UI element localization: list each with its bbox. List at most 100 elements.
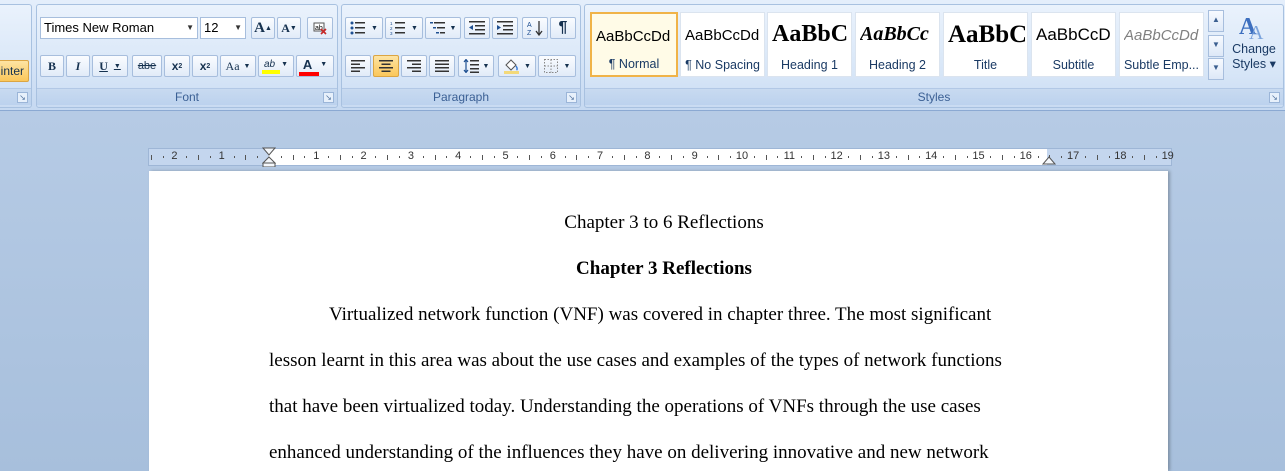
- align-right-icon: [407, 60, 421, 72]
- grow-font-button[interactable]: A ▲: [251, 17, 275, 39]
- styles-scroll-up-button[interactable]: ▲: [1208, 10, 1224, 32]
- document-page[interactable]: Chapter 3 to 6 Reflections Chapter 3 Ref…: [149, 171, 1168, 471]
- ruler-tick-label: 12: [830, 150, 843, 162]
- chevron-down-icon: ▼: [243, 62, 251, 70]
- align-left-button[interactable]: [345, 55, 371, 77]
- font-name-value: Times New Roman: [44, 20, 155, 35]
- justify-button[interactable]: [429, 55, 455, 77]
- align-center-button[interactable]: [373, 55, 399, 77]
- ruler-minor-tick: [576, 154, 578, 160]
- font-size-combo[interactable]: 12 ▼: [200, 17, 246, 39]
- quick-styles-gallery: AaBbCcDd ¶ Normal AaBbCcDd ¶ No Spacing …: [590, 12, 1206, 78]
- ruler-tick-label: 19: [1161, 150, 1174, 162]
- style-heading-2[interactable]: AaBbCc Heading 2: [855, 12, 940, 77]
- style-no-spacing[interactable]: AaBbCcDd ¶ No Spacing: [680, 12, 765, 77]
- horizontal-ruler[interactable]: 2 1 1 2 3 4 5 6 7 8 9 10 11 12 13 14 15 16 17 18 19: [148, 147, 1174, 167]
- font-group-label: Font: [37, 88, 337, 105]
- ruler-minor-tick: [304, 156, 306, 158]
- font-color-button[interactable]: A ▼: [296, 55, 334, 77]
- ruler-minor-tick: [943, 156, 945, 158]
- highlight-button[interactable]: ab ▼: [258, 55, 294, 77]
- sort-button[interactable]: A Z: [522, 17, 548, 39]
- ruler-minor-tick: [470, 156, 472, 158]
- italic-label: I: [75, 58, 81, 73]
- borders-button[interactable]: ▼: [538, 55, 576, 77]
- clipboard-launcher-icon[interactable]: ↘: [17, 92, 28, 103]
- pilcrow-icon: ¶: [558, 19, 568, 36]
- font-name-combo[interactable]: Times New Roman ▼: [40, 17, 198, 39]
- format-painter-label: inter: [0, 64, 24, 78]
- ruler-minor-tick: [671, 154, 673, 160]
- show-marks-button[interactable]: ¶: [550, 17, 576, 39]
- underline-label: U: [99, 58, 108, 73]
- numbering-button[interactable]: 1 2 3 ▼: [385, 17, 423, 39]
- bold-button[interactable]: B: [40, 55, 64, 77]
- line-spacing-button[interactable]: ▼: [458, 55, 494, 77]
- style-subtitle[interactable]: AaBbCcD Subtitle: [1031, 12, 1116, 77]
- right-indent-marker-icon[interactable]: [1042, 156, 1056, 166]
- strikethrough-button[interactable]: abe: [132, 55, 162, 77]
- document-line: Virtualized network function (VNF) was c…: [329, 304, 992, 325]
- ruler-minor-tick: [198, 154, 200, 160]
- shading-button[interactable]: ▼: [498, 55, 536, 77]
- ruler-minor-tick: [280, 156, 282, 158]
- ruler-minor-tick: [588, 156, 590, 158]
- styles-scroll-down-button[interactable]: ▼: [1208, 35, 1224, 57]
- style-heading-1[interactable]: AaBbC Heading 1: [767, 12, 852, 77]
- ruler-minor-tick: [706, 156, 708, 158]
- chevron-down-icon: ▼: [234, 23, 242, 32]
- increase-indent-button[interactable]: [492, 17, 518, 39]
- ruler-minor-tick: [1144, 154, 1146, 160]
- justify-icon: [435, 60, 449, 72]
- shrink-font-button[interactable]: A ▼: [277, 17, 301, 39]
- bold-label: B: [47, 58, 56, 73]
- shrink-font-label: A: [281, 20, 290, 35]
- format-painter-button[interactable]: inter: [0, 60, 29, 82]
- paragraph-group-label: Paragraph: [342, 88, 580, 105]
- styles-more-button[interactable]: ▼: [1208, 58, 1224, 80]
- multilevel-list-button[interactable]: ▼: [425, 17, 461, 39]
- style-subtle-emphasis[interactable]: AaBbCcDd Subtle Emp...: [1119, 12, 1204, 77]
- indent-marker-icon[interactable]: [262, 147, 276, 167]
- change-case-label: Aa: [225, 58, 240, 73]
- ruler-minor-tick: [753, 156, 755, 158]
- ruler-tick-label: 18: [1114, 150, 1127, 162]
- ruler-minor-tick: [209, 156, 211, 158]
- ruler-minor-tick: [1061, 156, 1063, 158]
- font-group: Times New Roman ▼ 12 ▼ A▲ A▼ ab B I U: [36, 4, 338, 108]
- ruler-minor-tick: [564, 156, 566, 158]
- ruler-minor-tick: [812, 154, 814, 160]
- ruler-minor-tick: [611, 156, 613, 158]
- italic-button[interactable]: I: [66, 55, 90, 77]
- ruler-tick-label: 3: [407, 150, 414, 162]
- style-sample: AaBbC: [772, 21, 849, 47]
- superscript-label: x: [199, 59, 207, 73]
- font-launcher-icon[interactable]: ↘: [323, 92, 334, 103]
- ruler-minor-tick: [848, 156, 850, 158]
- paragraph-group: ▼ 1 2 3 ▼ ▼ A Z ¶ ▼ ▼ ▼ Paragraph ↘: [341, 4, 581, 108]
- style-normal[interactable]: AaBbCcDd ¶ Normal: [590, 12, 678, 77]
- bullets-button[interactable]: ▼: [345, 17, 383, 39]
- document-line: lesson learnt in this area was about the…: [269, 350, 1002, 371]
- change-case-button[interactable]: Aa ▼: [220, 55, 256, 77]
- paragraph-launcher-icon[interactable]: ↘: [566, 92, 577, 103]
- underline-button[interactable]: U ▼: [92, 55, 128, 77]
- styles-launcher-icon[interactable]: ↘: [1269, 92, 1280, 103]
- ruler-minor-tick: [328, 156, 330, 158]
- ruler-minor-tick: [1013, 156, 1015, 158]
- chevron-down-icon: ▼: [524, 62, 531, 70]
- font-color-label: A: [302, 56, 313, 72]
- clear-formatting-button[interactable]: ab: [307, 17, 333, 39]
- style-name: Title: [973, 58, 998, 72]
- subscript-button[interactable]: x2: [164, 55, 190, 77]
- style-title[interactable]: AaBbC Title: [943, 12, 1028, 77]
- ruler-tick-label: 2: [360, 150, 367, 162]
- change-styles-button[interactable]: A A Change Styles ▾: [1228, 10, 1280, 86]
- ruler-minor-tick: [635, 156, 637, 158]
- increase-indent-icon: [497, 21, 513, 35]
- superscript-button[interactable]: x2: [192, 55, 218, 77]
- document-line: that have been virtualized today. Unders…: [269, 396, 981, 417]
- clear-formatting-icon: ab: [313, 22, 327, 35]
- decrease-indent-button[interactable]: [464, 17, 490, 39]
- align-right-button[interactable]: [401, 55, 427, 77]
